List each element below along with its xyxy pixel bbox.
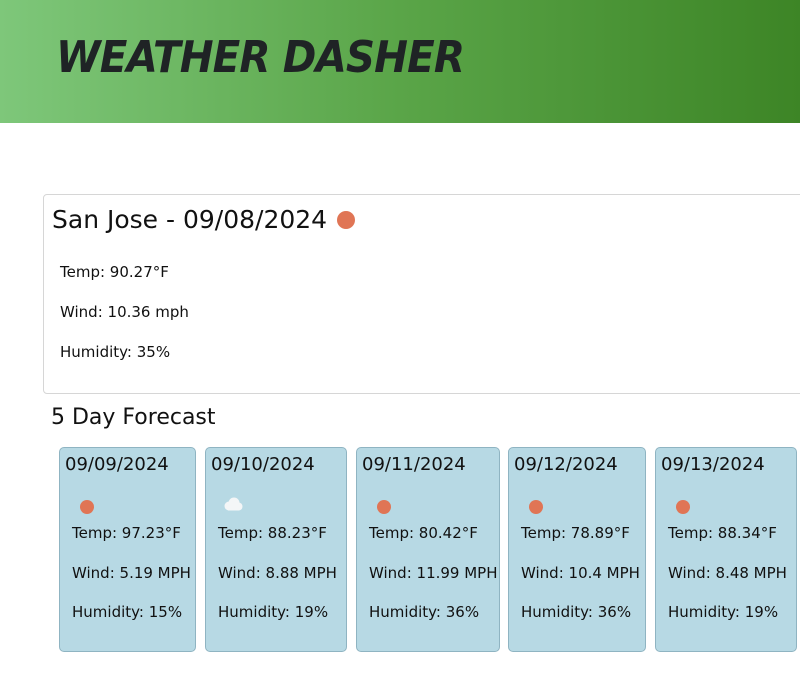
forecast-humidity: Humidity: 15% bbox=[72, 603, 183, 621]
current-humidity: Humidity: 35% bbox=[60, 343, 171, 361]
forecast-date: 09/13/2024 bbox=[661, 454, 765, 475]
sun-icon bbox=[676, 500, 690, 514]
forecast-humidity: Humidity: 36% bbox=[369, 603, 480, 621]
forecast-wind: Wind: 10.4 MPH bbox=[521, 564, 640, 582]
forecast-humidity: Humidity: 36% bbox=[521, 603, 632, 621]
forecast-humidity: Humidity: 19% bbox=[668, 603, 779, 621]
sun-icon bbox=[529, 500, 543, 514]
sun-icon bbox=[337, 211, 356, 229]
current-wind: Wind: 10.36 mph bbox=[60, 303, 189, 321]
forecast-date: 09/12/2024 bbox=[514, 454, 618, 475]
current-temp: Temp: 90.27°F bbox=[60, 263, 169, 281]
forecast-wind: Wind: 5.19 MPH bbox=[72, 564, 191, 582]
forecast-humidity: Humidity: 19% bbox=[218, 603, 329, 621]
forecast-card: 09/11/2024 Temp: 80.42°F Wind: 11.99 MPH… bbox=[356, 447, 500, 652]
forecast-card: 09/13/2024 Temp: 88.34°F Wind: 8.48 MPH … bbox=[655, 447, 797, 652]
forecast-date: 09/10/2024 bbox=[211, 454, 315, 475]
cloud-icon bbox=[222, 496, 244, 516]
forecast-temp: Temp: 88.23°F bbox=[218, 524, 327, 542]
forecast-wind: Wind: 11.99 MPH bbox=[369, 564, 498, 582]
forecast-temp: Temp: 88.34°F bbox=[668, 524, 777, 542]
app-title: WEATHER DASHER bbox=[56, 32, 465, 83]
forecast-temp: Temp: 97.23°F bbox=[72, 524, 181, 542]
current-city-date: San Jose - 09/08/2024 bbox=[52, 205, 328, 234]
sun-icon bbox=[377, 500, 391, 514]
forecast-card: 09/12/2024 Temp: 78.89°F Wind: 10.4 MPH … bbox=[508, 447, 646, 652]
forecast-wind: Wind: 8.88 MPH bbox=[218, 564, 337, 582]
forecast-temp: Temp: 78.89°F bbox=[521, 524, 630, 542]
forecast-heading: 5 Day Forecast bbox=[51, 405, 216, 430]
forecast-date: 09/11/2024 bbox=[362, 454, 466, 475]
forecast-temp: Temp: 80.42°F bbox=[369, 524, 478, 542]
forecast-card: 09/10/2024 Temp: 88.23°F Wind: 8.88 MPH … bbox=[205, 447, 347, 652]
current-weather-panel: San Jose - 09/08/2024 Temp: 90.27°F Wind… bbox=[43, 194, 800, 394]
forecast-wind: Wind: 8.48 MPH bbox=[668, 564, 787, 582]
sun-icon bbox=[80, 500, 94, 514]
app-header: WEATHER DASHER bbox=[0, 0, 800, 123]
forecast-date: 09/09/2024 bbox=[65, 454, 169, 475]
forecast-card: 09/09/2024 Temp: 97.23°F Wind: 5.19 MPH … bbox=[59, 447, 196, 652]
current-weather-title: San Jose - 09/08/2024 bbox=[52, 203, 356, 237]
